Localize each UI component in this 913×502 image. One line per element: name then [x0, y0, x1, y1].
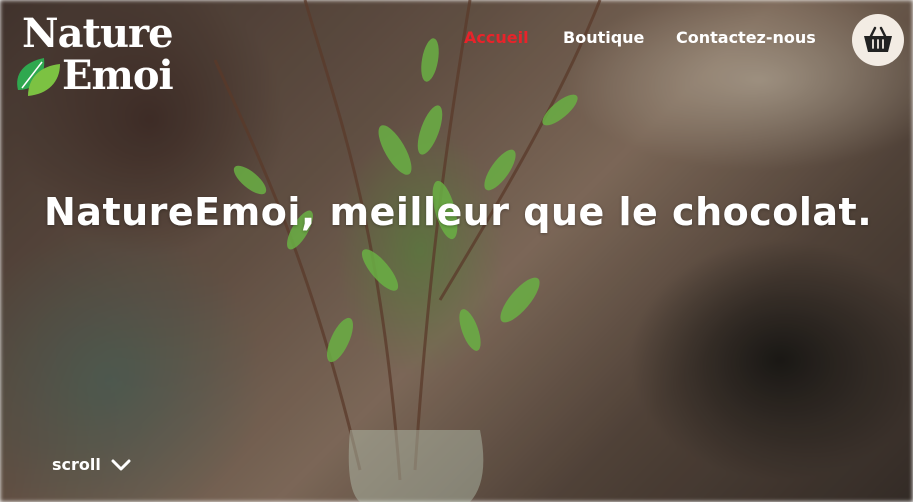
nav-link-accueil[interactable]: Accueil [464, 28, 529, 47]
site-logo[interactable]: Nature Emoi [14, 14, 199, 100]
logo-line-2: Emoi [62, 52, 174, 99]
scroll-label: scroll [52, 455, 101, 474]
site-header: Nature Emoi Accueil Boutique Contactez-n… [0, 0, 913, 100]
chevron-down-icon [111, 459, 131, 470]
logo-line-1: Nature [22, 10, 174, 57]
hero-title: NatureEmoi, meilleur que le chocolat. [44, 190, 873, 234]
scroll-down-button[interactable]: scroll [52, 455, 131, 474]
nav-link-boutique[interactable]: Boutique [563, 28, 644, 47]
shopping-basket-icon [864, 26, 892, 52]
cart-button[interactable] [852, 14, 904, 66]
nav-link-contact[interactable]: Contactez-nous [676, 28, 816, 47]
